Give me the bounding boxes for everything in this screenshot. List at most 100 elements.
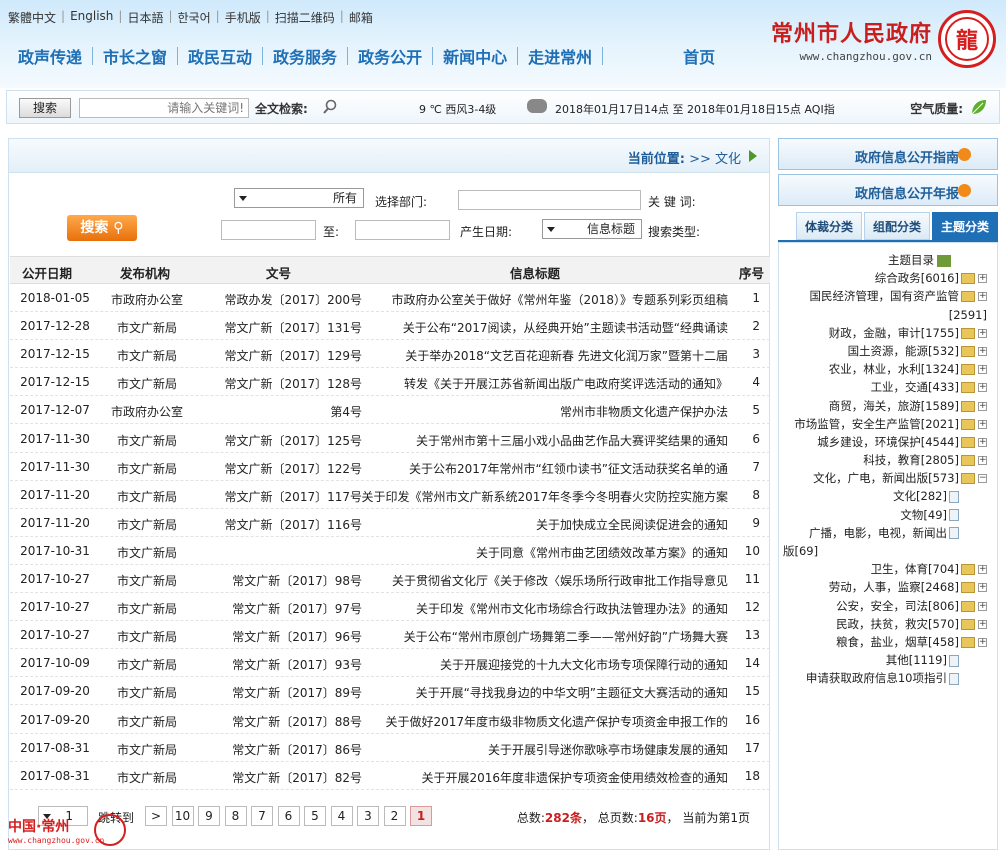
cell-title[interactable]: 转发《关于开展江苏省新闻出版广电政府奖评选活动的通知》 (358, 375, 728, 392)
cell-title[interactable]: 关于举办2018“文艺百花迎新春 先进文化润万家”暨第十二届 (358, 347, 728, 364)
nav-item[interactable]: 政务服务 (263, 44, 347, 68)
expand-icon[interactable]: + (978, 637, 987, 647)
table-row[interactable]: 4 转发《关于开展江苏省新闻出版广电政府奖评选活动的通知》 常文广新〔2017〕12… (10, 368, 770, 397)
expand-icon[interactable]: + (978, 565, 987, 575)
expand-icon[interactable]: + (978, 456, 987, 466)
table-row[interactable]: 2 关于公布“2017阅读，从经典开始”主题读书活动暨“经典诵读 常文广新〔2017… (10, 312, 770, 341)
tree-node[interactable]: 市场监管，安全生产监管[2021] + (779, 415, 997, 433)
expand-icon[interactable]: + (978, 346, 987, 356)
table-row[interactable]: 9 关于加快成立全民阅读促进会的通知 常文广新〔2017〕116号 市文广新局 2017… (10, 509, 770, 537)
expand-icon[interactable]: + (978, 328, 987, 338)
table-row[interactable]: 10 关于同意《常州市曲艺团绩效改革方案》的通知 市文广新局 2017-10-31 (10, 537, 770, 565)
tree-node[interactable]: 文化，广电，新闻出版[573] − (779, 469, 997, 487)
cell-title[interactable]: 关于加快成立全民阅读促进会的通知 (358, 516, 728, 533)
tree-node[interactable]: 文化[282] (779, 487, 997, 505)
tree-node[interactable]: 工业，交通[433] + (779, 378, 997, 396)
nav-item[interactable]: 新闻中心 (433, 44, 517, 68)
page-button[interactable]: 7 (251, 806, 273, 826)
tree-node[interactable]: 综合政务[6016] + (779, 269, 997, 287)
tree-node[interactable]: 民政，扶贫，救灾[570] + (779, 615, 997, 633)
tree-node[interactable]: 主题目录 (779, 251, 997, 269)
date-start-input[interactable] (355, 220, 450, 240)
tree-node[interactable]: 卫生，体育[704] + (779, 560, 997, 578)
expand-icon[interactable]: + (978, 292, 987, 302)
nav-item[interactable]: 政声传递 (8, 44, 92, 68)
table-row[interactable]: 1 市政府办公室关于做好《常州年鉴（2018）》专题系列彩页组稿 常政办发〔2017… (10, 284, 770, 312)
cell-title[interactable]: 关于同意《常州市曲艺团绩效改革方案》的通知 (358, 544, 728, 561)
tree-node[interactable]: 广播，电影，电视，新闻出 (779, 524, 997, 542)
expand-icon[interactable]: + (978, 383, 987, 393)
table-row[interactable]: 3 关于举办2018“文艺百花迎新春 先进文化润万家”暨第十二届 常文广新〔2017… (10, 340, 770, 369)
expand-icon[interactable]: + (978, 619, 987, 629)
expand-icon[interactable]: + (978, 274, 987, 284)
table-row[interactable]: 15 关于开展“寻找我身边的中华文明”主题征文大赛活动的通知 常文广新〔2017〕8… (10, 677, 770, 706)
fulltext-search-button[interactable]: 搜索 (19, 98, 71, 118)
nav-item[interactable]: 走进常州 (518, 44, 602, 68)
cell-title[interactable]: 关于做好2017年度市级非物质文化遗产保护专项资金申报工作的 (358, 713, 728, 730)
next-page-button[interactable]: > (145, 806, 167, 826)
link-mobile[interactable]: 手机版 (225, 9, 261, 26)
link-japanese[interactable]: 日本語 (127, 9, 163, 26)
cell-title[interactable]: 关于公布2017年常州市“红领巾读书”征文活动获奖名单的通 (358, 460, 728, 477)
table-row[interactable]: 11 关于贯彻省文化厅《关于修改〈娱乐场所行政审批工作指导意见 常文广新〔2017〕… (10, 565, 770, 593)
tab-organization[interactable]: 组配分类 (863, 212, 930, 240)
nav-item[interactable]: 政民互动 (178, 44, 262, 68)
cell-title[interactable]: 关于开展迎接党的十九大文化市场专项保障行动的通知 (358, 656, 728, 673)
dept-select[interactable]: 所有 (234, 188, 364, 208)
page-button[interactable]: 2 (383, 806, 406, 826)
tree-node[interactable]: 文物[49] (779, 506, 997, 524)
search-button[interactable]: 搜索 ⚲ (67, 215, 137, 241)
table-row[interactable]: 6 关于常州市第十三届小戏小品曲艺作品大赛评奖结果的通知 常文广新〔2017〕125… (10, 425, 770, 453)
link-korean[interactable]: 한국어 (178, 9, 211, 26)
expand-icon[interactable]: + (978, 401, 987, 411)
cell-title[interactable]: 关于印发《常州市文化市场综合行政执法管理办法》的通知 (358, 600, 728, 617)
cell-title[interactable]: 常州市非物质文化遗产保护办法 (358, 403, 728, 420)
page-button[interactable]: 9 (198, 806, 220, 826)
tree-node[interactable]: 粮食，盐业，烟草[458] + (779, 633, 997, 651)
tree-node[interactable]: 其他[1119] (779, 651, 997, 669)
nav-item[interactable]: 市长之窗 (93, 44, 177, 68)
table-row[interactable]: 8 关于印发《常州市文广新系统2017年冬季今冬明春火灾防控实施方案 常文广新〔20… (10, 481, 770, 509)
search-icon[interactable] (322, 99, 338, 115)
table-row[interactable]: 12 关于印发《常州市文化市场综合行政执法管理办法》的通知 常文广新〔2017〕97… (10, 593, 770, 622)
tree-node[interactable]: 财政，金融，审计[1755] + (779, 324, 997, 342)
cell-title[interactable]: 关于开展2016年度非遗保护专项资金使用绩效检查的通知 (358, 769, 728, 786)
page-button[interactable]: 6 (277, 806, 300, 826)
table-row[interactable]: 7 关于公布2017年常州市“红领巾读书”征文活动获奖名单的通 常文广新〔2017〕… (10, 453, 770, 481)
tree-node[interactable]: 国民经济管理，国有资产监管 + (779, 287, 997, 305)
cell-title[interactable]: 关于开展“寻找我身边的中华文明”主题征文大赛活动的通知 (358, 684, 728, 701)
table-row[interactable]: 13 关于公布“常州市原创广场舞第二季——常州好韵”广场舞大赛 常文广新〔2017〕… (10, 621, 770, 650)
search-type-select[interactable]: 信息标题 (542, 219, 642, 239)
tree-node[interactable]: 劳动，人事，监察[2468] + (779, 578, 997, 596)
breadcrumb-path[interactable]: >> 文化 (689, 152, 741, 167)
tree-node[interactable]: 申请获取政府信息10项指引 (779, 669, 997, 687)
link-mail[interactable]: 邮箱 (349, 9, 373, 26)
link-qrcode[interactable]: 扫描二维码 (275, 9, 335, 26)
fulltext-search-input[interactable] (79, 98, 249, 118)
cell-title[interactable]: 关于贯彻省文化厅《关于修改〈娱乐场所行政审批工作指导意见 (358, 572, 728, 589)
tree-node[interactable]: 国土资源，能源[532] + (779, 342, 997, 360)
expand-icon[interactable]: + (978, 365, 987, 375)
expand-icon[interactable]: + (978, 583, 987, 593)
date-end-input[interactable] (221, 220, 316, 240)
tree-node[interactable]: 科技，教育[2805] + (779, 451, 997, 469)
nav-item-home[interactable]: 首页 (673, 44, 725, 68)
expand-icon[interactable]: + (978, 601, 987, 611)
keyword-input[interactable] (458, 190, 641, 210)
table-row[interactable]: 14 关于开展迎接党的十九大文化市场专项保障行动的通知 常文广新〔2017〕93号 市… (10, 649, 770, 678)
collapse-icon[interactable]: − (978, 474, 987, 484)
tab-topic[interactable]: 主题分类 (931, 212, 998, 240)
tree-node[interactable]: 版[69] (779, 542, 997, 560)
page-button[interactable]: 5 (304, 806, 326, 826)
tree-node[interactable]: 公安，安全，司法[806] + (779, 597, 997, 615)
table-row[interactable]: 5 常州市非物质文化遗产保护办法 第4号 市政府办公室 2017-12-07 (10, 396, 770, 425)
page-button[interactable]: 4 (330, 806, 353, 826)
cell-title[interactable]: 关于印发《常州市文广新系统2017年冬季今冬明春火灾防控实施方案 (358, 488, 728, 505)
page-button[interactable]: 8 (224, 806, 247, 826)
cell-title[interactable]: 市政府办公室关于做好《常州年鉴（2018）》专题系列彩页组稿 (358, 291, 728, 308)
cell-title[interactable]: 关于公布“常州市原创广场舞第二季——常州好韵”广场舞大赛 (358, 628, 728, 645)
tab-genre[interactable]: 体裁分类 (795, 212, 862, 240)
expand-icon[interactable]: + (978, 437, 987, 447)
site-logo[interactable]: 常州市人民政府 www.changzhou.gov.cn 龍 (771, 10, 996, 68)
table-row[interactable]: 16 关于做好2017年度市级非物质文化遗产保护专项资金申报工作的 常文广新〔201… (10, 706, 770, 734)
